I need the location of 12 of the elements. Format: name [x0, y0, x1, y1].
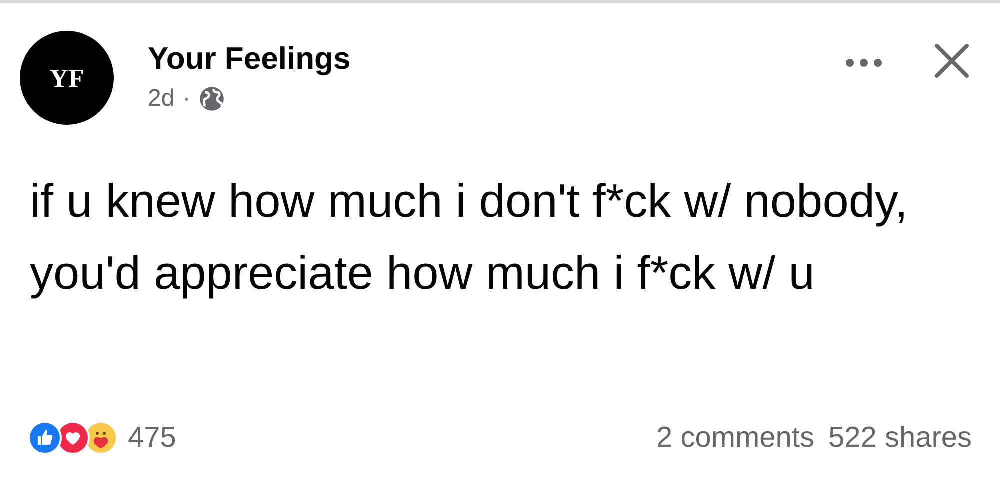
separator: ·: [182, 84, 191, 114]
reaction-count[interactable]: 475: [128, 416, 176, 460]
post-time[interactable]: 2d: [148, 81, 175, 117]
author-name[interactable]: Your Feelings: [148, 39, 351, 79]
avatar-initials: YF: [50, 62, 84, 94]
post-text: if u knew how much i don't f*ck w/ nobody, you'd appreciate how much i f*ck w/ u: [29, 173, 910, 301]
comments-count[interactable]: 2 comments: [656, 416, 814, 460]
shares-count[interactable]: 522 shares: [828, 416, 972, 460]
close-icon[interactable]: [934, 43, 970, 79]
avatar[interactable]: YF: [20, 31, 114, 125]
globe-icon: [198, 86, 225, 112]
more-options-icon[interactable]: [844, 57, 884, 69]
